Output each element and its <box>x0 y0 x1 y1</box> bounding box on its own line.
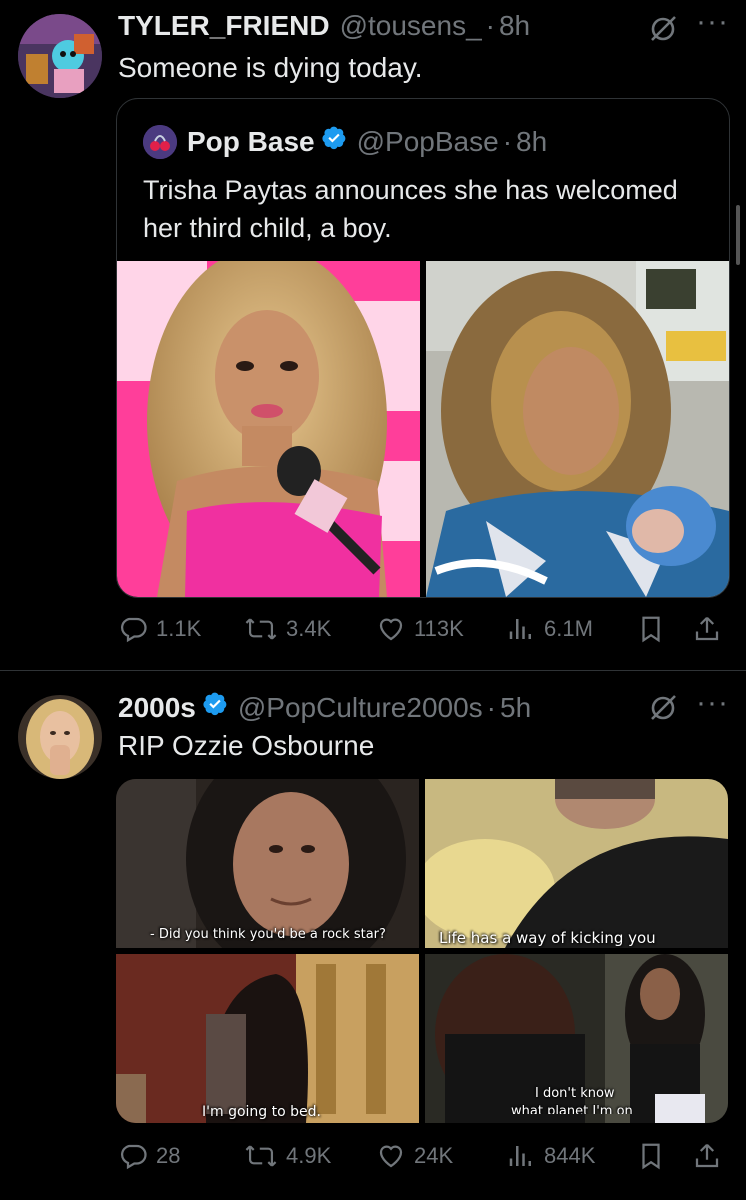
tweet-header: TYLER_FRIEND @tousens_ · 8h <box>118 10 530 42</box>
media-grid: - Did you think you'd be a rock star? Li… <box>116 779 728 1123</box>
author-handle[interactable]: @PopCulture2000s <box>238 692 483 724</box>
share-button[interactable] <box>692 1141 730 1171</box>
media-image-2[interactable]: Life has a way of kicking you <box>425 779 728 948</box>
views-button[interactable]: 6.1M <box>506 614 593 644</box>
reply-count: 1.1K <box>156 616 202 641</box>
reply-count: 28 <box>156 1143 181 1168</box>
views-count: 6.1M <box>544 616 593 641</box>
quoted-author-name[interactable]: Pop Base <box>187 126 315 158</box>
views-icon <box>509 619 531 639</box>
repost-icon <box>245 618 277 640</box>
quoted-tweet[interactable]: Pop Base @PopBase · 8h Trisha Paytas ann… <box>116 98 730 598</box>
author-name[interactable]: TYLER_FRIEND <box>118 10 330 42</box>
separator-dot: · <box>485 10 495 41</box>
views-button[interactable]: 844K <box>506 1141 595 1171</box>
avatar[interactable] <box>18 695 102 779</box>
reply-icon <box>121 1144 147 1170</box>
like-button[interactable]: 24K <box>376 1141 453 1171</box>
author-handle[interactable]: @tousens_ <box>340 10 482 42</box>
reply-button[interactable]: 28 <box>118 1141 180 1171</box>
share-icon <box>695 1143 719 1168</box>
quoted-text-line: her third child, a boy. <box>143 213 392 243</box>
reply-icon <box>121 617 147 643</box>
bookmark-icon <box>642 1143 660 1170</box>
quoted-header: Pop Base @PopBase · 8h <box>187 125 547 158</box>
tweet-text: RIP Ozzie Osbourne <box>118 730 375 761</box>
repost-button[interactable]: 4.9K <box>244 1141 331 1171</box>
bookmark-button[interactable] <box>636 1141 674 1171</box>
bookmark-icon <box>642 616 660 643</box>
timestamp[interactable]: 8h <box>499 10 530 42</box>
tweet-actions: 1.1K 3.4K 113K 6.1M <box>118 610 730 650</box>
tweet-text: Someone is dying today. <box>118 52 423 83</box>
views-icon <box>509 1146 531 1166</box>
like-icon <box>379 1145 403 1168</box>
tweet-header: 2000s @PopCulture2000s · 5h <box>118 691 531 724</box>
quoted-text-line: Trisha Paytas announces she has welcomed <box>143 175 678 205</box>
views-count: 844K <box>544 1143 596 1168</box>
media-caption: - Did you think you'd be a rock star? <box>150 927 386 942</box>
repost-icon <box>245 1145 277 1167</box>
tweet[interactable]: 2000s @PopCulture2000s · 5h ··· RIP Ozzi… <box>0 671 746 1200</box>
like-button[interactable]: 113K <box>376 614 464 644</box>
like-count: 113K <box>414 616 464 641</box>
like-count: 24K <box>414 1143 454 1168</box>
share-button[interactable] <box>692 614 730 644</box>
verified-icon <box>321 125 347 158</box>
repost-count: 4.9K <box>286 1143 332 1168</box>
separator-dot: · <box>486 692 496 723</box>
bookmark-button[interactable] <box>636 614 674 644</box>
repost-button[interactable]: 3.4K <box>244 614 331 644</box>
media-image-4[interactable]: I don't know what planet I'm on <box>425 954 728 1123</box>
grok-icon[interactable] <box>648 14 678 49</box>
media-caption: I'm going to bed. <box>202 1104 321 1120</box>
grok-icon[interactable] <box>648 693 678 728</box>
timestamp[interactable]: 5h <box>500 692 531 724</box>
tweet[interactable]: TYLER_FRIEND @tousens_ · 8h ··· Someone … <box>0 0 746 670</box>
verified-icon <box>202 691 228 724</box>
repost-count: 3.4K <box>286 616 332 641</box>
reply-button[interactable]: 1.1K <box>118 614 201 644</box>
media-image-3[interactable]: I'm going to bed. <box>116 954 419 1123</box>
tweet-actions: 28 4.9K 24K 844K <box>118 1137 730 1177</box>
media-image-1[interactable]: - Did you think you'd be a rock star? <box>116 779 419 948</box>
scrollbar[interactable] <box>736 205 740 265</box>
more-icon[interactable]: ··· <box>696 7 729 37</box>
author-name[interactable]: 2000s <box>118 692 196 724</box>
media-caption: what planet I'm on <box>511 1104 633 1114</box>
avatar[interactable] <box>18 14 102 98</box>
media-caption: I don't know <box>535 1086 615 1101</box>
quoted-image-left[interactable] <box>117 261 420 597</box>
separator-dot: · <box>502 126 513 157</box>
media-caption: Life has a way of kicking you <box>439 929 656 947</box>
like-icon <box>379 618 403 641</box>
quoted-image-right[interactable] <box>426 261 729 597</box>
quoted-timestamp[interactable]: 8h <box>516 126 547 158</box>
more-icon[interactable]: ··· <box>696 688 729 718</box>
quoted-author-handle[interactable]: @PopBase <box>357 126 499 158</box>
quoted-avatar[interactable] <box>143 125 177 159</box>
share-icon <box>695 616 719 641</box>
